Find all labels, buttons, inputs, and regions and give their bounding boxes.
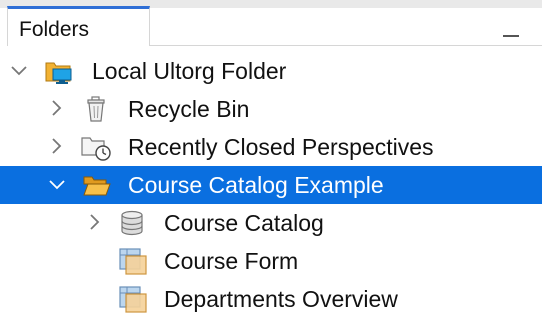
tree-item-recently-closed-perspectives[interactable]: Recently Closed Perspectives [0, 128, 542, 166]
database-icon [118, 209, 146, 237]
tree-item-course-form[interactable]: Course Form [0, 242, 542, 280]
tree-item-departments-overview[interactable]: Departments Overview [0, 280, 542, 318]
recycle-bin-icon [82, 95, 110, 123]
tree-item-label: Course Form [164, 248, 299, 274]
tab-folders[interactable]: Folders [7, 6, 150, 46]
tab-bar-divider [150, 45, 542, 46]
tree-item-course-catalog-example[interactable]: Course Catalog Example [0, 166, 542, 204]
tree-item-label: Recently Closed Perspectives [128, 134, 434, 160]
chevron-right-icon[interactable] [84, 211, 106, 233]
tree-item-recycle-bin[interactable]: Recycle Bin [0, 90, 542, 128]
tree-item-label: Course Catalog Example [128, 172, 384, 198]
chevron-down-icon[interactable] [46, 173, 68, 195]
recent-folder-clock-icon [80, 133, 111, 161]
chevron-right-icon[interactable] [46, 97, 68, 119]
tree-item-label: Local Ultorg Folder [92, 58, 287, 84]
tree-item-course-catalog[interactable]: Course Catalog [0, 204, 542, 242]
perspective-icon [118, 285, 147, 313]
chevron-right-icon[interactable] [46, 135, 68, 157]
tree-item-label: Course Catalog [164, 210, 324, 236]
chevron-down-icon[interactable] [8, 59, 30, 81]
folder-with-computer-icon [44, 57, 72, 85]
tree-item-label: Recycle Bin [128, 96, 250, 122]
tree-item-local-ultorg-folder[interactable]: Local Ultorg Folder [0, 52, 542, 90]
folder-open-icon [82, 171, 111, 199]
tree-item-label: Departments Overview [164, 286, 398, 312]
minimize-icon[interactable] [500, 22, 522, 44]
perspective-icon [118, 247, 147, 275]
tab-folders-label: Folders [19, 18, 90, 41]
